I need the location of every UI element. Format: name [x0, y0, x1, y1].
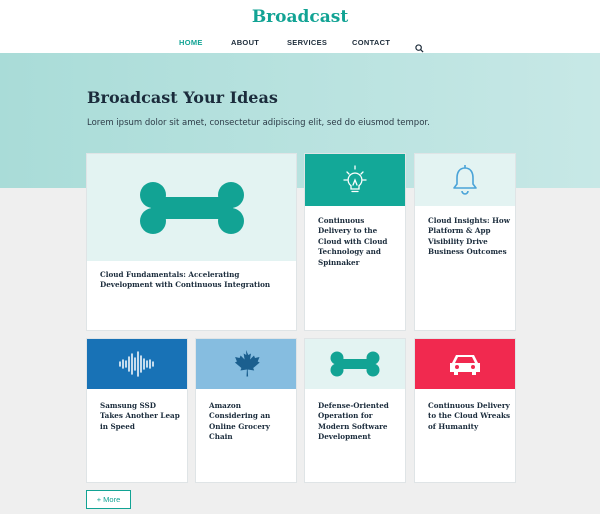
card-title: Defense-Oriented Operation for Modern So… [318, 401, 389, 442]
nav-contact[interactable]: CONTACT [352, 38, 390, 47]
card-title: Cloud Fundamentals: Accelerating Develop… [100, 270, 271, 290]
soundwave-icon [119, 351, 154, 377]
site-logo[interactable]: Broadcast [0, 7, 600, 27]
card-title: Continuous Delivery to the Cloud Wreaks … [428, 401, 511, 431]
article-card[interactable]: Continuous Delivery to the Cloud Wreaks … [414, 338, 516, 483]
nav-services[interactable]: SERVICES [287, 38, 327, 47]
car-icon [450, 355, 480, 375]
site-header: Broadcast HOME ABOUT SERVICES CONTACT [0, 0, 600, 53]
card-media [305, 339, 405, 389]
main-nav: HOME ABOUT SERVICES CONTACT [0, 38, 600, 53]
nav-home[interactable]: HOME [179, 38, 203, 47]
card-media [305, 154, 405, 206]
card-media [415, 339, 515, 389]
article-card[interactable]: Samsung SSD Takes Another Leap in Speed [86, 338, 188, 483]
card-title: Amazon Considering an Online Grocery Cha… [209, 401, 271, 442]
maple-leaf-icon [234, 350, 260, 377]
article-card[interactable]: Cloud Fundamentals: Accelerating Develop… [86, 153, 297, 331]
more-button[interactable]: + More [86, 490, 131, 509]
hero-subtitle: Lorem ipsum dolor sit amet, consectetur … [87, 118, 430, 128]
bone-icon [330, 351, 380, 377]
article-card[interactable]: Amazon Considering an Online Grocery Cha… [195, 338, 297, 483]
card-media [87, 339, 187, 389]
card-media [196, 339, 296, 389]
card-title: Samsung SSD Takes Another Leap in Speed [100, 401, 180, 431]
bell-icon [453, 165, 477, 195]
card-media [415, 154, 515, 206]
lightbulb-icon [343, 165, 367, 193]
nav-about[interactable]: ABOUT [231, 38, 259, 47]
hero-title: Broadcast Your Ideas [87, 88, 278, 107]
article-card[interactable]: Continuous Delivery to the Cloud with Cl… [304, 153, 406, 331]
article-card[interactable]: Defense-Oriented Operation for Modern So… [304, 338, 406, 483]
bone-icon [139, 181, 244, 234]
card-media [87, 154, 296, 261]
search-icon[interactable] [415, 38, 425, 53]
card-title: Cloud Insights: How Platform & App Visib… [428, 216, 510, 257]
article-card[interactable]: Cloud Insights: How Platform & App Visib… [414, 153, 516, 331]
card-title: Continuous Delivery to the Cloud with Cl… [318, 216, 388, 267]
